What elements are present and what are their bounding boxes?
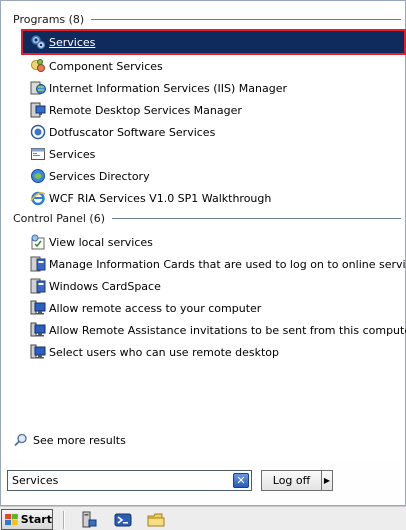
- taskbar: Start: [0, 506, 406, 530]
- search-icon: [14, 433, 27, 447]
- remote-desktop-manager-icon: [30, 102, 46, 118]
- cardspace-icon: [30, 256, 46, 272]
- clear-search-button[interactable]: ✕: [233, 473, 249, 488]
- shutdown-options-button[interactable]: ▶: [321, 470, 333, 491]
- result-item-label: Manage Information Cards that are used t…: [49, 257, 406, 271]
- result-item-services[interactable]: Services: [21, 29, 406, 55]
- result-item-view-local-services[interactable]: View local services: [22, 231, 403, 253]
- system-icon: [30, 344, 46, 359]
- log-off-label: Log off: [272, 474, 311, 487]
- start-button[interactable]: Start: [1, 509, 53, 530]
- result-item-label: Internet Information Services (IIS) Mana…: [49, 81, 287, 95]
- control-panel-header-divider: [112, 218, 401, 219]
- windows-flag-icon: [5, 513, 18, 525]
- result-item-allow-remote-assistance[interactable]: Allow Remote Assistance invitations to b…: [22, 319, 406, 341]
- folder-icon[interactable]: [147, 511, 165, 529]
- dotfuscator-icon: [30, 124, 46, 140]
- result-item-windows-cardspace[interactable]: Windows CardSpace: [22, 275, 403, 297]
- result-item-remote-desktop-manager[interactable]: Remote Desktop Services Manager: [22, 99, 403, 121]
- cardspace-icon: [30, 278, 46, 294]
- system-icon: [30, 322, 46, 337]
- server-manager-icon[interactable]: [80, 511, 98, 529]
- component-services-icon: [31, 59, 45, 72]
- result-item-label: View local services: [49, 235, 153, 249]
- taskbar-separator: [63, 511, 65, 529]
- result-item-iis-manager[interactable]: Internet Information Services (IIS) Mana…: [22, 77, 403, 99]
- result-item-wcf-ria-walkthrough[interactable]: WCF RIA Services V1.0 SP1 Walkthrough: [22, 187, 403, 209]
- result-item-services-directory[interactable]: Services Directory: [22, 165, 403, 187]
- result-item-manage-information-cards[interactable]: Manage Information Cards that are used t…: [22, 253, 406, 275]
- result-item-label: Windows CardSpace: [49, 279, 161, 293]
- powershell-icon[interactable]: [114, 511, 132, 529]
- start-label: Start: [20, 513, 52, 526]
- services-directory-icon: [31, 169, 45, 183]
- close-icon: ✕: [236, 474, 246, 487]
- chevron-right-icon: ▶: [323, 476, 331, 485]
- result-item-label: Allow remote access to your computer: [49, 301, 262, 315]
- see-more-results-label: See more results: [33, 433, 126, 447]
- result-item-label: Services Directory: [49, 169, 150, 183]
- see-more-results-link[interactable]: See more results: [14, 432, 126, 448]
- gear-icon: [31, 35, 46, 50]
- iis-manager-icon: [30, 81, 46, 95]
- result-item-label: Services: [49, 35, 96, 49]
- programs-header-divider: [91, 19, 401, 20]
- result-item-label: Remote Desktop Services Manager: [49, 103, 242, 117]
- result-item-label: WCF RIA Services V1.0 SP1 Walkthrough: [49, 191, 272, 205]
- search-row: ✕ Log off ▶: [7, 470, 401, 492]
- start-menu: Programs (8) Services Component Services: [0, 0, 406, 506]
- search-input[interactable]: [7, 470, 252, 491]
- result-item-label: Allow Remote Assistance invitations to b…: [49, 323, 406, 337]
- result-item-label: Select users who can use remote desktop: [49, 345, 280, 359]
- result-item-label: Services: [49, 147, 96, 161]
- programs-header-label: Programs (8): [13, 12, 85, 26]
- result-item-component-services[interactable]: Component Services: [22, 55, 403, 77]
- result-item-services-2[interactable]: Services: [22, 143, 403, 165]
- result-item-dotfuscator[interactable]: Dotfuscator Software Services: [22, 121, 403, 143]
- ie-document-icon: [30, 191, 46, 206]
- result-item-label: Dotfuscator Software Services: [49, 125, 216, 139]
- search-results-panel: Programs (8) Services Component Services: [4, 4, 406, 459]
- result-item-allow-remote-access[interactable]: Allow remote access to your computer: [22, 297, 403, 319]
- result-item-label: Component Services: [49, 59, 163, 73]
- control-panel-group-header[interactable]: Control Panel (6): [13, 211, 401, 225]
- log-off-button[interactable]: Log off: [261, 470, 321, 491]
- control-panel-header-label: Control Panel (6): [13, 211, 106, 225]
- programs-group-header[interactable]: Programs (8): [13, 12, 401, 26]
- services-window-icon: [31, 148, 45, 160]
- system-icon: [30, 300, 46, 315]
- result-item-select-remote-users[interactable]: Select users who can use remote desktop: [22, 341, 403, 363]
- view-services-icon: [31, 234, 45, 250]
